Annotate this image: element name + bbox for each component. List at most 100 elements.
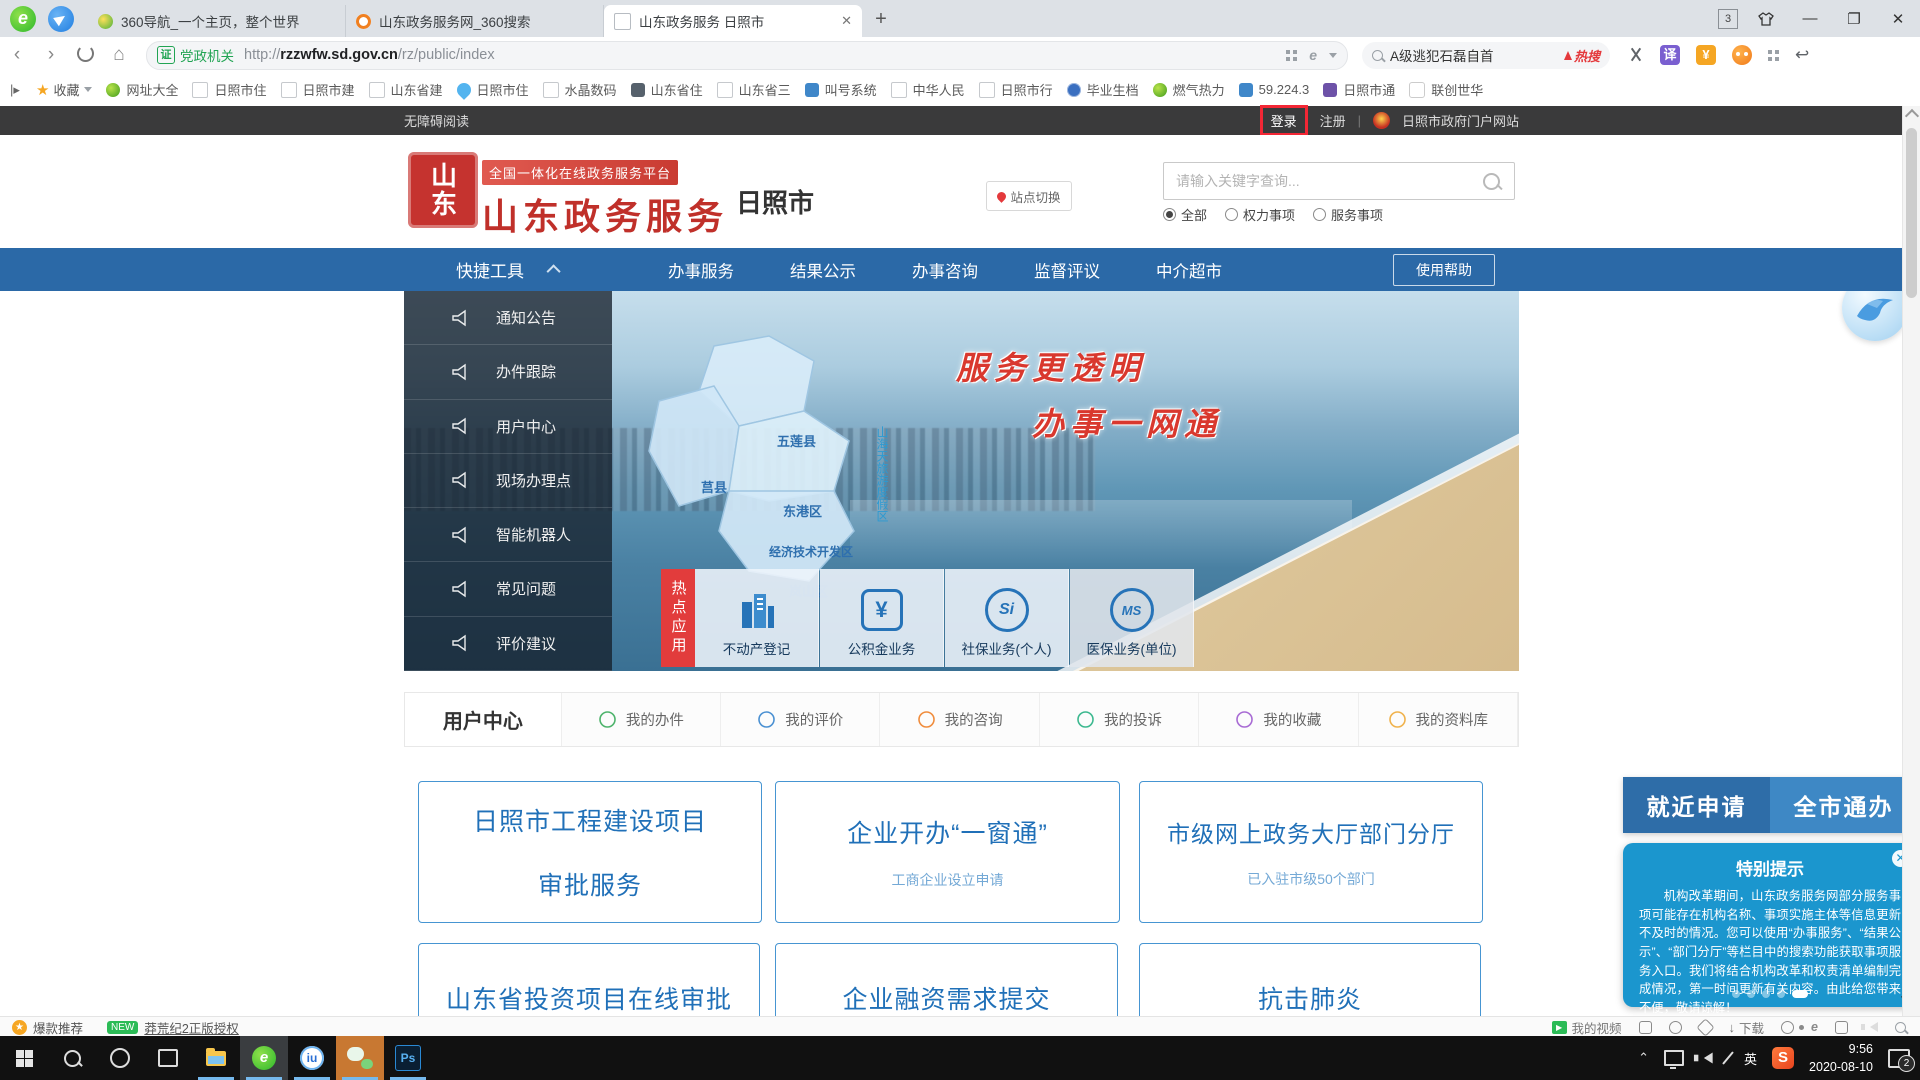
nav-item[interactable]: 办事咨询 — [912, 258, 978, 282]
scroll-up-icon[interactable] — [1905, 109, 1919, 123]
bookmark-item[interactable]: 59.224.3 — [1225, 82, 1310, 97]
dot-active[interactable] — [1792, 990, 1808, 998]
card-construction-approval[interactable]: 日照市工程建设项目 审批服务 — [418, 781, 762, 923]
screenshot-icon[interactable] — [1639, 1021, 1652, 1034]
login-link[interactable]: 登录 — [1260, 105, 1308, 136]
nav-item[interactable]: 结果公示 — [790, 258, 856, 282]
tab-user-center-active[interactable]: 用户中心 — [405, 693, 562, 746]
map-label[interactable]: 五莲县 — [777, 431, 816, 450]
hot-search-query[interactable]: A级逃犯石磊自首 — [1390, 45, 1564, 65]
volume-icon[interactable] — [1698, 1053, 1712, 1064]
search-icon[interactable] — [1483, 173, 1500, 190]
iu-app-button[interactable]: iu — [288, 1036, 336, 1080]
network-icon[interactable] — [1664, 1050, 1684, 1066]
promo-label[interactable]: 爆款推荐 — [33, 1018, 83, 1037]
bookmark-item[interactable]: 山东省住 — [617, 80, 703, 99]
dot[interactable] — [1777, 990, 1785, 998]
quick-menu-item[interactable]: 常见问题 — [404, 562, 612, 616]
url-text[interactable]: http://rzzwfw.sd.gov.cn/rz/public/index — [244, 47, 495, 63]
bookmark-item[interactable]: 日照市建 — [267, 80, 355, 99]
map-label-vertical[interactable]: 山海天旅游度假区 — [874, 426, 891, 522]
task-view-button[interactable] — [144, 1036, 192, 1080]
quick-menu-item[interactable]: 通知公告 — [404, 291, 612, 345]
user-tab[interactable]: 我的评价 — [721, 693, 880, 746]
no-trace-glasses-icon[interactable] — [1781, 1021, 1794, 1034]
nav-item[interactable]: 办事服务 — [668, 258, 734, 282]
address-bar[interactable]: 证 党政机关 http://rzzwfw.sd.gov.cn/rz/public… — [146, 41, 1348, 70]
site-search-box[interactable]: 请输入关键字查询... — [1163, 162, 1515, 200]
portal-link[interactable]: 日照市政府门户网站 — [1402, 111, 1519, 130]
browser-search-box[interactable]: A级逃犯石磊自首 热搜 — [1362, 42, 1610, 69]
bookmark-item[interactable]: 网址大全 — [126, 80, 178, 99]
bookmark-item[interactable]: 中华人民 — [877, 80, 965, 99]
recover-arrow-icon[interactable]: ↩ — [1795, 45, 1809, 65]
compat-e-icon[interactable]: e — [1309, 47, 1317, 63]
speed-icon[interactable] — [1669, 1021, 1682, 1034]
taskbar-search-button[interactable] — [48, 1036, 96, 1080]
download-button[interactable]: ↓下载 — [1729, 1018, 1765, 1037]
dot[interactable] — [1747, 990, 1755, 998]
bookmark-item[interactable]: 日照市行 — [965, 80, 1053, 99]
quick-menu-item[interactable]: 办件跟踪 — [404, 345, 612, 399]
radio-icon[interactable] — [1313, 208, 1326, 221]
bookmark-item[interactable]: 日照市通 — [1309, 80, 1395, 99]
bookmark-item[interactable]: 毕业生档 — [1053, 80, 1139, 99]
reading-grid-icon[interactable] — [1286, 50, 1297, 61]
file-explorer-button[interactable] — [192, 1036, 240, 1080]
wechat-button[interactable] — [336, 1036, 384, 1080]
dot[interactable] — [1762, 990, 1770, 998]
tray-expand-icon[interactable]: ⌃ — [1638, 1050, 1649, 1066]
card-department-halls[interactable]: 市级网上政务大厅部门分厅 已入驻市级50个部门 — [1139, 781, 1483, 923]
cert-badge-icon[interactable]: 证 — [157, 46, 175, 64]
user-tab[interactable]: 我的收藏 — [1199, 693, 1358, 746]
close-button[interactable]: ✕ — [1876, 0, 1920, 37]
chevron-down-icon[interactable] — [1329, 53, 1337, 62]
map-label[interactable]: 莒县 — [701, 477, 727, 496]
new-tab-button[interactable]: + — [868, 7, 894, 33]
ie-mode-icon[interactable]: e — [1811, 1020, 1818, 1034]
favorites-chevron-icon[interactable] — [84, 87, 92, 96]
minimize-button[interactable]: — — [1788, 0, 1832, 37]
page-scrollbar[interactable] — [1902, 106, 1920, 1016]
bookmark-item[interactable]: 山东省三 — [703, 80, 791, 99]
accessibility-link[interactable]: 无障碍阅读 — [404, 111, 469, 130]
hot-search-badge[interactable]: 热搜 — [1564, 46, 1600, 65]
nav-item[interactable]: 中介超市 — [1156, 258, 1222, 282]
sogou-input-icon[interactable]: S — [1772, 1047, 1794, 1069]
browser-360-logo-icon[interactable]: e — [10, 6, 36, 32]
bookmark-item[interactable]: 水晶数码 — [529, 80, 617, 99]
skin-icon[interactable] — [1744, 0, 1788, 37]
sidebar-toggle-icon[interactable]: |▸ — [0, 82, 30, 98]
nearby-apply-button[interactable]: 就近申请 — [1623, 777, 1770, 833]
apps-grid-icon[interactable] — [1768, 50, 1779, 61]
user-tab[interactable]: 我的资料库 — [1359, 693, 1518, 746]
zoom-search-icon[interactable] — [1895, 1022, 1906, 1033]
scrollbar-thumb[interactable] — [1906, 128, 1917, 298]
app-tile-housing-fund[interactable]: ¥ 公积金业务 — [820, 569, 944, 667]
dot[interactable] — [1732, 990, 1740, 998]
favorites-label[interactable]: 收藏 — [53, 80, 79, 99]
quick-menu-item[interactable]: 用户中心 — [404, 400, 612, 454]
site-switch-button[interactable]: 站点切换 — [986, 181, 1072, 211]
browser-nav-icon[interactable] — [48, 6, 74, 32]
maximize-button[interactable]: ❐ — [1832, 0, 1876, 37]
quick-menu-item[interactable]: 评价建议 — [404, 617, 612, 671]
forward-icon[interactable]: › — [34, 44, 68, 66]
pen-input-icon[interactable] — [1722, 1051, 1734, 1065]
bookmark-item[interactable]: 叫号系统 — [791, 80, 877, 99]
quick-menu-item[interactable]: 智能机器人 — [404, 508, 612, 562]
notification-center-icon[interactable]: 2 — [1888, 1049, 1910, 1068]
wallet-icon[interactable]: ¥ — [1696, 45, 1716, 65]
translate-icon[interactable]: 译 — [1660, 45, 1680, 65]
user-tab[interactable]: 我的咨询 — [880, 693, 1039, 746]
scope-radio[interactable]: 服务事项 — [1313, 205, 1383, 224]
user-tab[interactable]: 我的办件 — [562, 693, 721, 746]
citywide-service-button[interactable]: 全市通办 — [1770, 777, 1917, 833]
boost-rocket-icon[interactable] — [1696, 1018, 1714, 1036]
radio-icon[interactable] — [1163, 208, 1176, 221]
game-center-icon[interactable] — [1732, 45, 1752, 65]
bookmark-item[interactable]: 日照市住 — [443, 80, 529, 99]
home-icon[interactable]: ⌂ — [102, 44, 136, 66]
bookmark-item[interactable]: 日照市住 — [178, 80, 266, 99]
app-tile-real-estate[interactable]: 不动产登记 — [695, 569, 819, 667]
